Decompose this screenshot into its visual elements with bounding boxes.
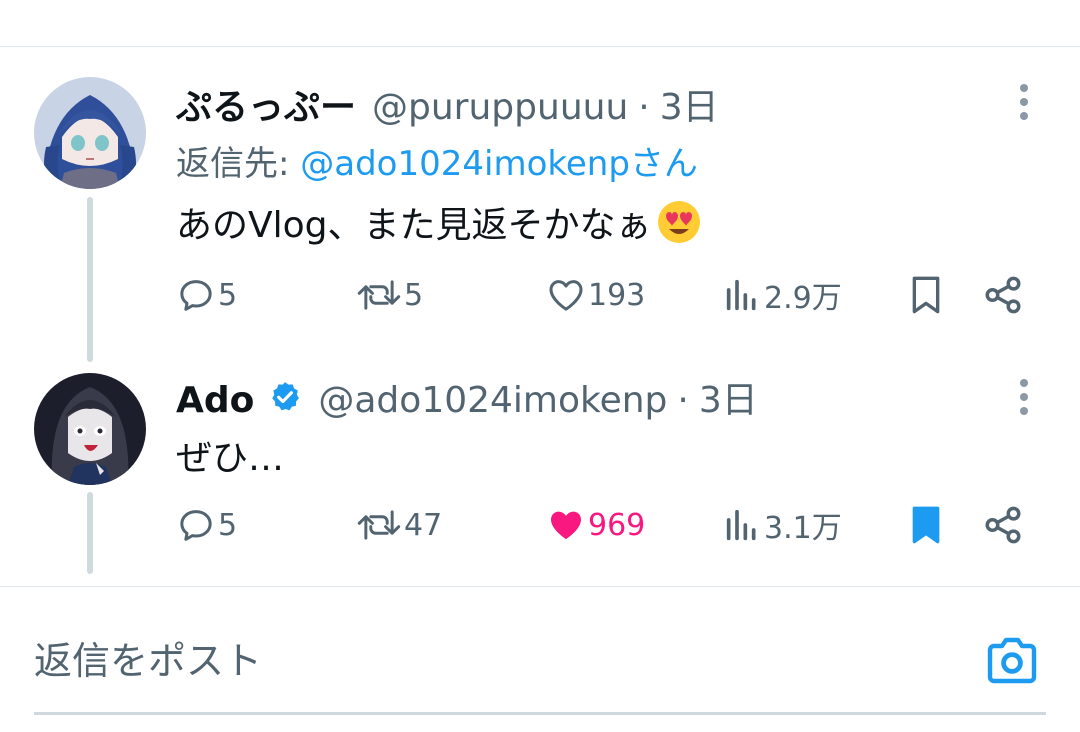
user-handle[interactable]: @ado1024imokenp [318, 380, 667, 421]
reply-button[interactable]: 5 [176, 502, 237, 548]
tweet-text-content: ぜひ… [176, 438, 285, 479]
reply-to-line: 返信先: @ado1024imokenpさん [176, 136, 698, 185]
tweet-header: Ado @ado1024imokenp · 3日 [176, 371, 758, 423]
tweet-text: ぜひ… [176, 429, 284, 481]
retweet-icon [357, 510, 401, 540]
tweet-text-content: あのVlog、また見返そかなぁ [176, 205, 652, 246]
reply-count: 5 [218, 507, 238, 543]
heart-filled-icon [551, 511, 581, 540]
share-icon [985, 506, 1021, 544]
tweet-header: ぷるっぷー @puruppuuuu · 3日 [176, 78, 719, 130]
avatar[interactable] [34, 77, 146, 189]
timestamp[interactable]: 3日 [699, 371, 758, 423]
tweet-actions: 5 47 969 3.1万 [0, 502, 1080, 548]
reply-icon [180, 510, 212, 541]
bookmark-button[interactable] [906, 272, 946, 318]
more-options-icon[interactable] [1010, 82, 1038, 122]
tweet-ado[interactable]: Ado @ado1024imokenp · 3日 ぜひ… 5 47 969 3.… [0, 365, 1080, 574]
like-count: 969 [588, 507, 646, 543]
reply-composer-input[interactable]: 返信をポスト [34, 630, 262, 685]
reply-count: 5 [218, 277, 238, 313]
views-icon [726, 509, 756, 541]
composer-underline [34, 712, 1046, 715]
view-count: 3.1万 [764, 511, 842, 546]
tweet-actions: 5 5 193 2.9万 [0, 272, 1080, 318]
views-button[interactable]: 2.9万 [722, 272, 842, 318]
separator: · [677, 380, 689, 421]
like-button[interactable]: 193 [546, 272, 645, 318]
more-options-icon[interactable] [1010, 377, 1038, 417]
views-button[interactable]: 3.1万 [722, 502, 842, 548]
retweet-button[interactable]: 5 [356, 272, 423, 318]
bookmark-icon [912, 276, 940, 314]
retweet-count: 5 [404, 277, 424, 313]
bookmark-button[interactable] [906, 502, 946, 548]
like-count: 193 [588, 277, 646, 313]
avatar[interactable] [34, 373, 146, 485]
reply-icon [180, 280, 212, 311]
reply-button[interactable]: 5 [176, 272, 237, 318]
retweet-count: 47 [404, 507, 443, 543]
reply-mention-link[interactable]: @ado1024imokenpさん [300, 144, 698, 184]
retweet-icon [357, 280, 401, 310]
composer-divider [0, 586, 1080, 587]
display-name[interactable]: ぷるっぷー [176, 78, 356, 130]
timestamp[interactable]: 3日 [660, 78, 719, 130]
camera-icon[interactable] [984, 633, 1040, 687]
user-handle[interactable]: @puruppuuuu [372, 87, 628, 128]
share-button[interactable] [982, 272, 1024, 318]
bookmark-filled-icon [912, 506, 940, 544]
reply-to-label: 返信先: [176, 144, 301, 184]
views-icon [726, 279, 756, 311]
smiling-face-with-heart-eyes-emoji [656, 199, 702, 245]
tweet-puruppuuuu[interactable]: ぷるっぷー @puruppuuuu · 3日 返信先: @ado1024imok… [0, 70, 1080, 362]
heart-icon [549, 280, 583, 311]
display-name[interactable]: Ado [176, 380, 254, 421]
verified-badge-icon[interactable] [268, 380, 302, 414]
tweet-text: あのVlog、また見返そかなぁ [176, 196, 702, 248]
share-button[interactable] [982, 502, 1024, 548]
retweet-button[interactable]: 47 [356, 502, 442, 548]
view-count: 2.9万 [764, 281, 842, 316]
share-icon [985, 276, 1021, 314]
top-divider [0, 46, 1080, 47]
separator: · [638, 87, 650, 128]
like-button[interactable]: 969 [546, 502, 645, 548]
